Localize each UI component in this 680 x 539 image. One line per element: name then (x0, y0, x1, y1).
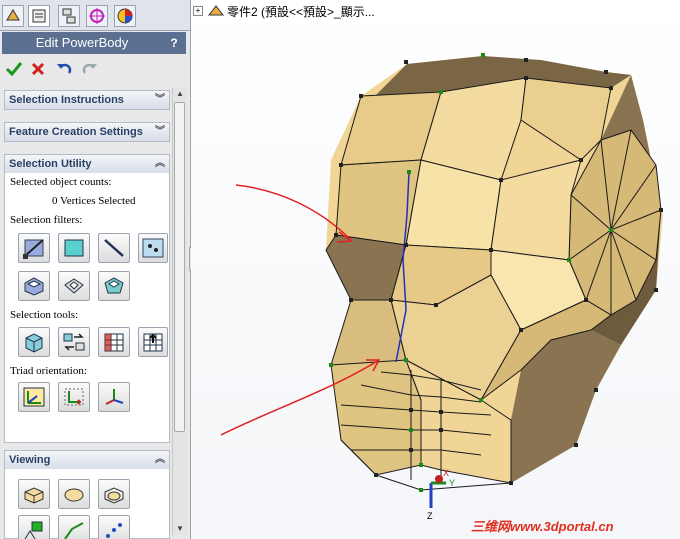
swap-select-icon (63, 333, 85, 351)
feature-creation-settings-header[interactable]: Feature Creation Settings ︾ (4, 122, 170, 142)
viewing-header[interactable]: Viewing ︽ (4, 450, 170, 470)
shell-filter-icon (64, 278, 84, 294)
dimxpert-tab[interactable] (86, 5, 108, 27)
grid-select-icon (104, 333, 124, 352)
section-title: Selection Utility (9, 158, 92, 170)
point-filter-icon (142, 238, 164, 258)
green-box-icon (24, 521, 43, 539)
view-option-6-button[interactable] (98, 515, 130, 539)
manager-tabs (0, 0, 190, 31)
grow-select-icon (143, 333, 163, 352)
selection-utility-header[interactable]: Selection Utility ︽ (4, 154, 170, 174)
select-all-button[interactable] (18, 327, 50, 357)
selection-utility-body: Selected object counts: 0 Vertices Selec… (4, 173, 170, 443)
points-icon (106, 523, 122, 538)
triad-world-button[interactable] (18, 382, 50, 412)
watermark: 三维网www.3dportal.cn (471, 519, 614, 534)
jaw-left-face (330, 359, 422, 476)
panel-title-bar: Edit PowerBody ? (2, 32, 186, 54)
coordinate-triad: X Y Z (427, 468, 455, 521)
triad-local-icon (64, 388, 84, 406)
chevron-down-icon: ︾ (155, 126, 165, 137)
view-smooth-button[interactable] (58, 479, 90, 509)
chevron-up-icon: ︽ (155, 454, 165, 465)
ok-check-icon[interactable] (4, 59, 24, 79)
viewing-body (4, 469, 170, 539)
filter-shell-button[interactable] (58, 271, 90, 301)
vertex-filter-icon (23, 239, 44, 259)
view-box-button[interactable] (18, 479, 50, 509)
dimxpert-icon (89, 8, 105, 24)
section-title: Feature Creation Settings (9, 126, 143, 138)
selection-instructions-header[interactable]: Selection Instructions ︾ (4, 90, 170, 110)
help-button[interactable]: ? (166, 35, 182, 51)
filter-solid-button[interactable] (98, 271, 130, 301)
triad-local-button[interactable] (58, 382, 90, 412)
panel-title: Edit PowerBody (35, 35, 129, 50)
configuration-manager-icon (62, 8, 76, 24)
filter-face-button[interactable] (58, 233, 90, 263)
appearance-icon (117, 8, 133, 24)
chevron-up-icon: ︽ (155, 158, 165, 169)
tools-label: Selection tools: (10, 309, 79, 321)
property-manager-tab[interactable] (28, 5, 50, 27)
filters-label: Selection filters: (10, 214, 83, 226)
redo-icon[interactable] (80, 59, 100, 79)
counts-label: Selected object counts: (10, 176, 112, 188)
grow-select-button[interactable] (138, 327, 168, 357)
view-both-button[interactable] (98, 479, 130, 509)
face-filter-icon (64, 239, 84, 257)
triad-view-icon (105, 389, 124, 405)
body-filter-icon (24, 277, 44, 296)
cube-select-icon (25, 333, 43, 353)
panel-scrollbar[interactable]: ▲ ▼ (172, 88, 187, 535)
triad-view-button[interactable] (98, 382, 130, 412)
triad-y-label: Y (449, 478, 455, 488)
scroll-up-icon[interactable]: ▲ (174, 88, 186, 100)
chevron-down-icon: ︾ (155, 94, 165, 105)
configuration-manager-tab[interactable] (58, 5, 80, 27)
appearance-tab[interactable] (114, 5, 136, 27)
filter-vertex-button[interactable] (18, 233, 50, 263)
triad-z-label: Z (427, 511, 433, 521)
section-title: Viewing (9, 454, 51, 466)
triad-world-icon (23, 387, 45, 407)
feature-manager-icon (6, 9, 20, 21)
head-model (220, 53, 663, 492)
scroll-thumb[interactable] (174, 102, 185, 432)
property-manager-icon (32, 9, 46, 23)
edge-filter-icon (104, 239, 124, 257)
box-view-icon (24, 487, 44, 504)
both-view-icon (104, 487, 124, 504)
smooth-view-icon (64, 488, 84, 502)
section-title: Selection Instructions (9, 94, 124, 106)
curve-icon (64, 522, 84, 539)
filter-body-button[interactable] (18, 271, 50, 301)
vertices-count: 0 Vertices Selected (52, 195, 136, 207)
property-manager-panel: Edit PowerBody ? Selection Instructions … (0, 0, 191, 539)
filter-edge-button[interactable] (98, 233, 130, 263)
solid-filter-icon (104, 277, 124, 294)
scroll-down-icon[interactable]: ▼ (174, 523, 186, 535)
triad-label: Triad orientation: (10, 365, 87, 377)
action-bar (0, 56, 186, 82)
grid-select-button[interactable] (98, 327, 130, 357)
graphics-viewport[interactable]: + 零件2 (預設<<預設>_顯示... X Y Z 三维网www.3dport… (191, 0, 680, 539)
feature-manager-tab[interactable] (2, 5, 24, 27)
triad-x-label: X (443, 468, 449, 478)
cancel-x-icon[interactable] (28, 59, 48, 79)
undo-icon[interactable] (54, 59, 74, 79)
filter-point-button[interactable] (138, 233, 168, 263)
invert-selection-button[interactable] (58, 327, 90, 357)
view-option-4-button[interactable] (18, 515, 50, 539)
view-option-5-button[interactable] (58, 515, 90, 539)
